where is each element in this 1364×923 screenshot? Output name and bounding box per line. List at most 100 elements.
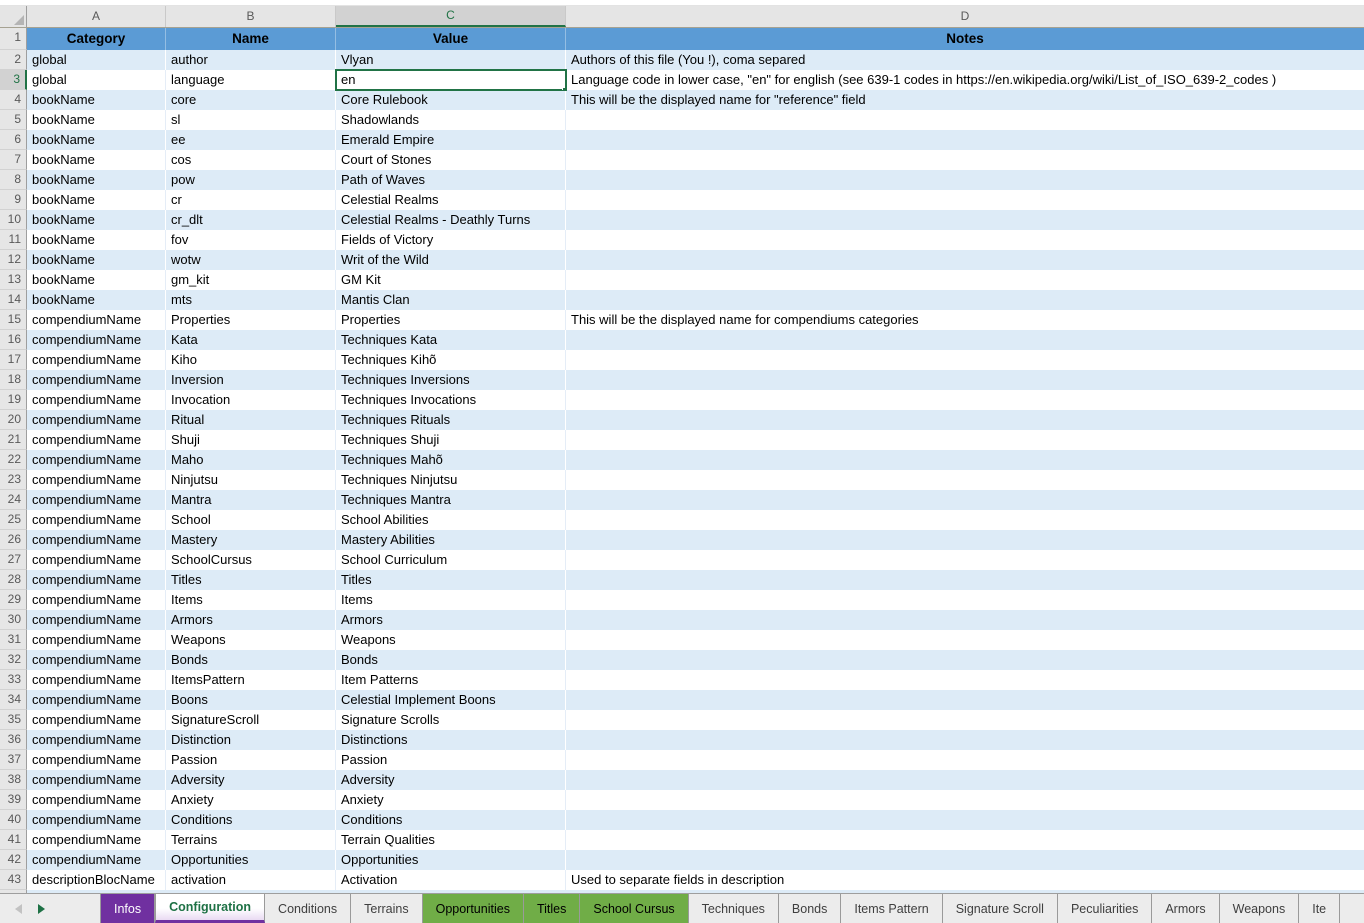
cell-B29[interactable]: Items — [166, 590, 336, 610]
cell-A23[interactable]: compendiumName — [27, 470, 166, 490]
cell-B28[interactable]: Titles — [166, 570, 336, 590]
row-header-22[interactable]: 22 — [0, 450, 27, 470]
cell-D22[interactable] — [566, 450, 1364, 470]
cell-B7[interactable]: cos — [166, 150, 336, 170]
cell-D36[interactable] — [566, 730, 1364, 750]
cell-D13[interactable] — [566, 270, 1364, 290]
cell-C32[interactable]: Bonds — [336, 650, 566, 670]
cell-C43[interactable]: Activation — [336, 870, 566, 890]
row-header-37[interactable]: 37 — [0, 750, 27, 770]
cell-C39[interactable]: Anxiety — [336, 790, 566, 810]
sheet-tab-infos[interactable]: Infos — [101, 894, 155, 923]
cell-B43[interactable]: activation — [166, 870, 336, 890]
cell-C27[interactable]: School Curriculum — [336, 550, 566, 570]
cell-C29[interactable]: Items — [336, 590, 566, 610]
cell-A26[interactable]: compendiumName — [27, 530, 166, 550]
cell-C19[interactable]: Techniques Invocations — [336, 390, 566, 410]
header-cell-A1[interactable]: Category — [27, 28, 166, 50]
row-header-38[interactable]: 38 — [0, 770, 27, 790]
cell-B38[interactable]: Adversity — [166, 770, 336, 790]
column-header-B[interactable]: B — [166, 6, 336, 27]
sheet-tab-weapons[interactable]: Weapons — [1220, 894, 1300, 923]
cell-B4[interactable]: core — [166, 90, 336, 110]
cell-D42[interactable] — [566, 850, 1364, 870]
cell-B21[interactable]: Shuji — [166, 430, 336, 450]
cell-C24[interactable]: Techniques Mantra — [336, 490, 566, 510]
cell-D18[interactable] — [566, 370, 1364, 390]
cell-A39[interactable]: compendiumName — [27, 790, 166, 810]
cell-D25[interactable] — [566, 510, 1364, 530]
cell-C35[interactable]: Signature Scrolls — [336, 710, 566, 730]
cell-A32[interactable]: compendiumName — [27, 650, 166, 670]
cell-C26[interactable]: Mastery Abilities — [336, 530, 566, 550]
cell-B3[interactable]: language — [166, 70, 336, 90]
cell-A33[interactable]: compendiumName — [27, 670, 166, 690]
cell-B16[interactable]: Kata — [166, 330, 336, 350]
cell-D10[interactable] — [566, 210, 1364, 230]
cell-A9[interactable]: bookName — [27, 190, 166, 210]
cell-D21[interactable] — [566, 430, 1364, 450]
cell-A4[interactable]: bookName — [27, 90, 166, 110]
cell-B37[interactable]: Passion — [166, 750, 336, 770]
cell-D2[interactable]: Authors of this file (You !), coma separ… — [566, 50, 1364, 70]
row-header-7[interactable]: 7 — [0, 150, 27, 170]
cell-D40[interactable] — [566, 810, 1364, 830]
select-all-corner[interactable] — [0, 6, 27, 27]
cell-C3[interactable]: en — [336, 70, 566, 90]
cell-C9[interactable]: Celestial Realms — [336, 190, 566, 210]
cell-D9[interactable] — [566, 190, 1364, 210]
row-header-18[interactable]: 18 — [0, 370, 27, 390]
cell-A29[interactable]: compendiumName — [27, 590, 166, 610]
cell-C20[interactable]: Techniques Rituals — [336, 410, 566, 430]
cell-B40[interactable]: Conditions — [166, 810, 336, 830]
cell-C8[interactable]: Path of Waves — [336, 170, 566, 190]
cell-D43[interactable]: Used to separate fields in description — [566, 870, 1364, 890]
cell-A36[interactable]: compendiumName — [27, 730, 166, 750]
cell-B12[interactable]: wotw — [166, 250, 336, 270]
cell-A31[interactable]: compendiumName — [27, 630, 166, 650]
cell-A14[interactable]: bookName — [27, 290, 166, 310]
row-header-5[interactable]: 5 — [0, 110, 27, 130]
cell-D33[interactable] — [566, 670, 1364, 690]
cell-B22[interactable]: Maho — [166, 450, 336, 470]
cell-A20[interactable]: compendiumName — [27, 410, 166, 430]
cell-A16[interactable]: compendiumName — [27, 330, 166, 350]
cell-D30[interactable] — [566, 610, 1364, 630]
cell-B11[interactable]: fov — [166, 230, 336, 250]
cell-A17[interactable]: compendiumName — [27, 350, 166, 370]
cell-B6[interactable]: ee — [166, 130, 336, 150]
row-header-30[interactable]: 30 — [0, 610, 27, 630]
cell-D23[interactable] — [566, 470, 1364, 490]
row-header-2[interactable]: 2 — [0, 50, 27, 70]
row-header-26[interactable]: 26 — [0, 530, 27, 550]
cell-B8[interactable]: pow — [166, 170, 336, 190]
row-header-36[interactable]: 36 — [0, 730, 27, 750]
cell-A3[interactable]: global — [27, 70, 166, 90]
cell-C12[interactable]: Writ of the Wild — [336, 250, 566, 270]
cell-A7[interactable]: bookName — [27, 150, 166, 170]
cell-D34[interactable] — [566, 690, 1364, 710]
cell-C42[interactable]: Opportunities — [336, 850, 566, 870]
row-header-12[interactable]: 12 — [0, 250, 27, 270]
cell-B41[interactable]: Terrains — [166, 830, 336, 850]
cell-A6[interactable]: bookName — [27, 130, 166, 150]
row-header-6[interactable]: 6 — [0, 130, 27, 150]
sheet-tab-signature-scroll[interactable]: Signature Scroll — [943, 894, 1058, 923]
cell-C5[interactable]: Shadowlands — [336, 110, 566, 130]
row-header-4[interactable]: 4 — [0, 90, 27, 110]
cell-A22[interactable]: compendiumName — [27, 450, 166, 470]
cell-D29[interactable] — [566, 590, 1364, 610]
cell-B35[interactable]: SignatureScroll — [166, 710, 336, 730]
cell-B31[interactable]: Weapons — [166, 630, 336, 650]
cell-B18[interactable]: Inversion — [166, 370, 336, 390]
cell-D32[interactable] — [566, 650, 1364, 670]
cell-A2[interactable]: global — [27, 50, 166, 70]
cell-C18[interactable]: Techniques Inversions — [336, 370, 566, 390]
header-cell-D1[interactable]: Notes — [566, 28, 1364, 50]
cell-A40[interactable]: compendiumName — [27, 810, 166, 830]
row-header-19[interactable]: 19 — [0, 390, 27, 410]
cell-C10[interactable]: Celestial Realms - Deathly Turns — [336, 210, 566, 230]
row-header-14[interactable]: 14 — [0, 290, 27, 310]
cell-A41[interactable]: compendiumName — [27, 830, 166, 850]
header-cell-B1[interactable]: Name — [166, 28, 336, 50]
